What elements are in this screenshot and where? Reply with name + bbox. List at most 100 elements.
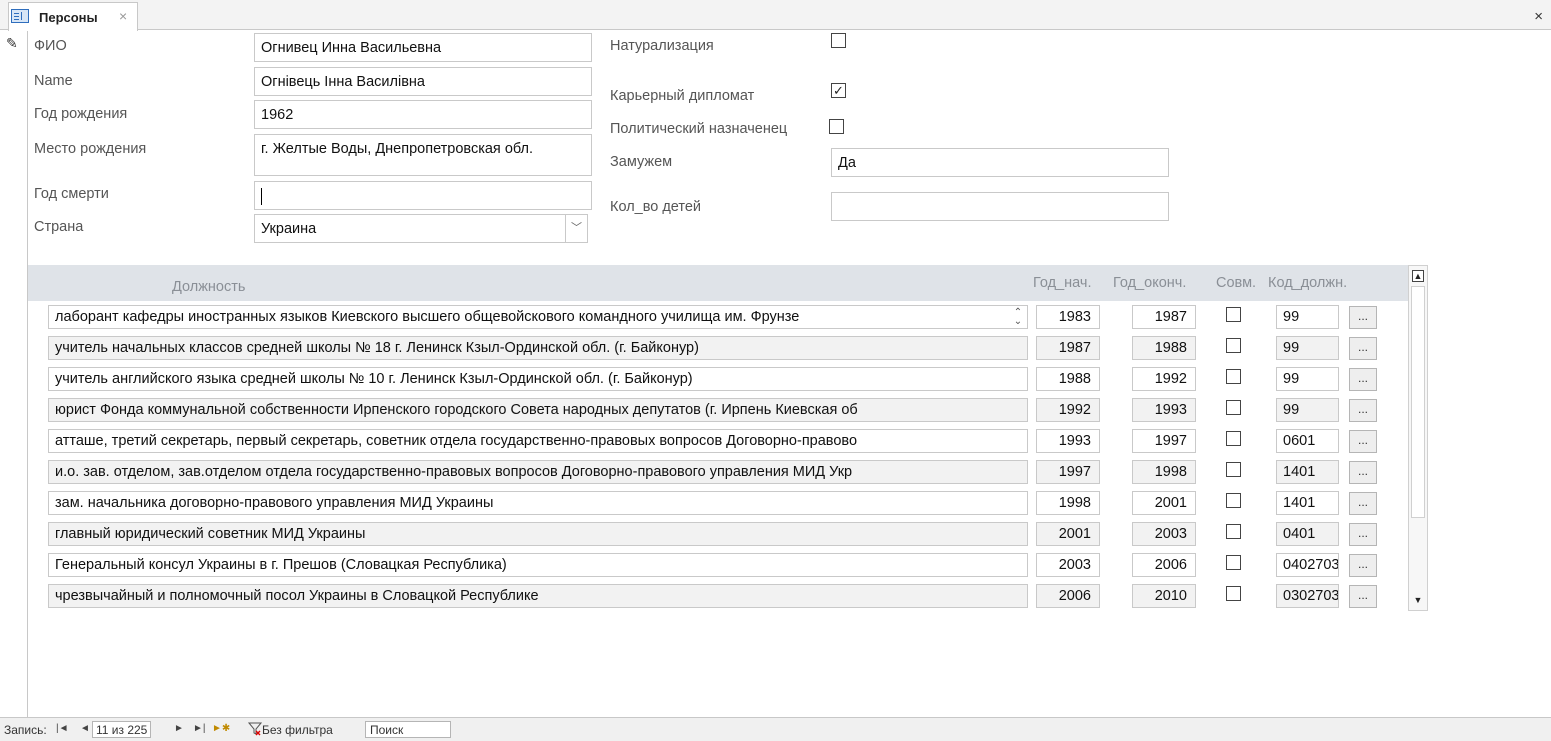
position-cell[interactable]: лаборант кафедры иностранных языков Киев… xyxy=(48,305,1028,329)
country-combo[interactable]: Украина ﹀ xyxy=(254,214,588,243)
position-cell[interactable]: главный юридический советник МИД Украины xyxy=(48,522,1028,546)
code-cell[interactable]: 0302703 xyxy=(1276,584,1339,608)
table-row[interactable]: учитель английского языка средней школы … xyxy=(28,364,1408,395)
year-end-cell[interactable]: 1987 xyxy=(1132,305,1196,329)
table-row[interactable]: атташе, третий секретарь, первый секрета… xyxy=(28,426,1408,457)
more-button[interactable]: ... xyxy=(1349,461,1377,484)
year-start-cell[interactable]: 2006 xyxy=(1036,584,1100,608)
more-button[interactable]: ... xyxy=(1349,554,1377,577)
year-end-cell[interactable]: 2006 xyxy=(1132,553,1196,577)
more-button[interactable]: ... xyxy=(1349,492,1377,515)
year-start-cell[interactable]: 1987 xyxy=(1036,336,1100,360)
political-appointee-checkbox[interactable] xyxy=(829,119,844,134)
table-row[interactable]: учитель начальных классов средней школы … xyxy=(28,333,1408,364)
position-cell[interactable]: атташе, третий секретарь, первый секрета… xyxy=(48,429,1028,453)
position-cell[interactable]: учитель начальных классов средней школы … xyxy=(48,336,1028,360)
table-row[interactable]: юрист Фонда коммунальной собственности И… xyxy=(28,395,1408,426)
year-end-cell[interactable]: 1993 xyxy=(1132,398,1196,422)
new-record-icon[interactable]: ►✱ xyxy=(212,723,230,734)
year-start-cell[interactable]: 1998 xyxy=(1036,491,1100,515)
subform-scrollbar[interactable]: ▲ ▼ xyxy=(1408,265,1428,611)
next-record-icon[interactable]: ► xyxy=(174,723,184,734)
search-input[interactable]: Поиск xyxy=(365,721,451,738)
close-icon[interactable]: × xyxy=(1534,8,1543,25)
combined-checkbox[interactable] xyxy=(1226,307,1241,322)
more-button[interactable]: ... xyxy=(1349,585,1377,608)
birth-year-field[interactable]: 1962 xyxy=(254,100,592,129)
code-cell[interactable]: 0601 xyxy=(1276,429,1339,453)
combined-checkbox[interactable] xyxy=(1226,462,1241,477)
year-start-cell[interactable]: 1993 xyxy=(1036,429,1100,453)
combined-checkbox[interactable] xyxy=(1226,493,1241,508)
spin-icon[interactable]: ⌃ ⌄ xyxy=(1012,308,1024,327)
chevron-down-icon[interactable]: ﹀ xyxy=(565,215,587,242)
current-record-field[interactable]: 11 из 225 xyxy=(92,721,152,738)
death-year-field[interactable] xyxy=(254,181,592,210)
scroll-thumb[interactable] xyxy=(1411,286,1425,518)
code-cell[interactable]: 99 xyxy=(1276,305,1339,329)
tab-close-icon[interactable]: × xyxy=(119,8,127,24)
table-row[interactable]: главный юридический советник МИД Украины… xyxy=(28,519,1408,550)
birth-place-field[interactable]: г. Желтые Воды, Днепропетровская обл. xyxy=(254,134,592,176)
more-button[interactable]: ... xyxy=(1349,337,1377,360)
code-cell[interactable]: 99 xyxy=(1276,367,1339,391)
code-cell[interactable]: 99 xyxy=(1276,336,1339,360)
combined-checkbox[interactable] xyxy=(1226,586,1241,601)
married-field[interactable]: Да xyxy=(831,148,1169,177)
year-start-cell[interactable]: 1997 xyxy=(1036,460,1100,484)
position-cell[interactable]: зам. начальника договорно-правового упра… xyxy=(48,491,1028,515)
year-end-cell[interactable]: 1992 xyxy=(1132,367,1196,391)
year-end-cell[interactable]: 1988 xyxy=(1132,336,1196,360)
position-cell[interactable]: учитель английского языка средней школы … xyxy=(48,367,1028,391)
combined-checkbox[interactable] xyxy=(1226,369,1241,384)
code-cell[interactable]: 1401 xyxy=(1276,460,1339,484)
tab-persons[interactable]: Персоны × xyxy=(8,2,138,31)
year-start-cell[interactable]: 2003 xyxy=(1036,553,1100,577)
year-start-cell[interactable]: 1983 xyxy=(1036,305,1100,329)
table-row[interactable]: и.о. зав. отделом, зав.отделом отдела го… xyxy=(28,457,1408,488)
code-cell[interactable]: 1401 xyxy=(1276,491,1339,515)
previous-record-icon[interactable]: ◄ xyxy=(80,723,90,734)
position-cell[interactable]: Генеральный консул Украины в г. Прешов (… xyxy=(48,553,1028,577)
more-button[interactable]: ... xyxy=(1349,399,1377,422)
name-field[interactable]: Огнівець Інна Василівна xyxy=(254,67,592,96)
more-button[interactable]: ... xyxy=(1349,368,1377,391)
year-start-cell[interactable]: 1988 xyxy=(1036,367,1100,391)
scroll-up-icon[interactable]: ▲ xyxy=(1412,270,1424,282)
combined-checkbox[interactable] xyxy=(1226,431,1241,446)
combined-checkbox[interactable] xyxy=(1226,524,1241,539)
year-end-cell[interactable]: 1998 xyxy=(1132,460,1196,484)
table-row[interactable]: лаборант кафедры иностранных языков Киев… xyxy=(28,302,1408,333)
filter-status[interactable]: Без фильтра xyxy=(262,723,333,737)
combined-checkbox[interactable] xyxy=(1226,555,1241,570)
first-record-icon[interactable]: |◄ xyxy=(56,723,69,734)
position-cell[interactable]: юрист Фонда коммунальной собственности И… xyxy=(48,398,1028,422)
code-cell[interactable]: 0402703 xyxy=(1276,553,1339,577)
table-row[interactable]: чрезвычайный и полномочный посол Украины… xyxy=(28,581,1408,612)
more-button[interactable]: ... xyxy=(1349,306,1377,329)
position-cell[interactable]: и.о. зав. отделом, зав.отделом отдела го… xyxy=(48,460,1028,484)
table-row[interactable]: Генеральный консул Украины в г. Прешов (… xyxy=(28,550,1408,581)
career-diplomat-checkbox[interactable]: ✓ xyxy=(831,83,846,98)
year-start-cell[interactable]: 2001 xyxy=(1036,522,1100,546)
scroll-down-icon[interactable]: ▼ xyxy=(1409,592,1427,608)
code-cell[interactable]: 0401 xyxy=(1276,522,1339,546)
combined-checkbox[interactable] xyxy=(1226,400,1241,415)
children-field[interactable] xyxy=(831,192,1169,221)
position-cell[interactable]: чрезвычайный и полномочный посол Украины… xyxy=(48,584,1028,608)
year-end-cell[interactable]: 2001 xyxy=(1132,491,1196,515)
more-button[interactable]: ... xyxy=(1349,523,1377,546)
naturalization-checkbox[interactable] xyxy=(831,33,846,48)
year-end-cell[interactable]: 1997 xyxy=(1132,429,1196,453)
fio-field[interactable]: Огнивец Инна Васильевна xyxy=(254,33,592,62)
year-end-cell[interactable]: 2003 xyxy=(1132,522,1196,546)
year-start-cell[interactable]: 1992 xyxy=(1036,398,1100,422)
last-record-icon[interactable]: ►| xyxy=(193,723,206,734)
table-row[interactable]: зам. начальника договорно-правового упра… xyxy=(28,488,1408,519)
more-button[interactable]: ... xyxy=(1349,430,1377,453)
record-selector[interactable]: ✎ xyxy=(0,31,28,717)
filter-icon[interactable] xyxy=(248,722,262,736)
combined-checkbox[interactable] xyxy=(1226,338,1241,353)
year-end-cell[interactable]: 2010 xyxy=(1132,584,1196,608)
code-cell[interactable]: 99 xyxy=(1276,398,1339,422)
